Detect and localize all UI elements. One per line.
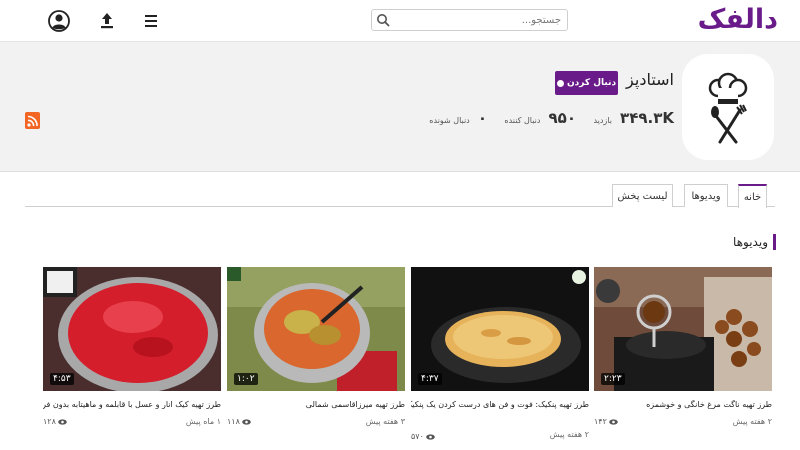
video-views: ۱۲۸ bbox=[43, 417, 67, 426]
tab-videos[interactable]: ویدیوها bbox=[684, 184, 728, 207]
video-thumbnail[interactable]: ۲:۲۳ bbox=[594, 267, 772, 391]
video-card[interactable]: ۱:۰۲ طرز تهیه میرزاقاسمی شمالی ۳ هفته پی… bbox=[227, 267, 405, 426]
follow-label: دنبال کردن bbox=[566, 78, 617, 88]
video-views: ۱۴۲ bbox=[594, 417, 618, 426]
stat-followers-value: ۹۵۰ bbox=[548, 109, 576, 127]
video-duration: ۲:۲۳ bbox=[601, 373, 625, 385]
menu-icon[interactable] bbox=[138, 8, 164, 34]
video-title[interactable]: طرز تهیه کیک انار و عسل با قابلمه و ماهی… bbox=[43, 400, 221, 409]
section-title: ویدیوها bbox=[733, 234, 776, 250]
chef-logo-icon bbox=[708, 72, 748, 144]
user-account-icon[interactable] bbox=[46, 8, 72, 34]
video-card[interactable]: ۴:۵۳ طرز تهیه کیک انار و عسل با قابلمه و… bbox=[43, 267, 221, 426]
stat-views: ۳۴۹.۳K بازدید bbox=[593, 108, 674, 127]
stat-followers-label: دنبال کننده bbox=[504, 116, 541, 125]
eye-icon bbox=[426, 433, 435, 440]
video-date: ۲ هفته پیش bbox=[732, 417, 772, 426]
video-duration: ۱:۰۲ bbox=[234, 373, 258, 385]
video-duration: ۴:۳۷ bbox=[418, 373, 442, 385]
top-bar: دالفک bbox=[0, 0, 800, 42]
video-thumbnail[interactable]: ۴:۵۳ bbox=[43, 267, 221, 391]
video-thumbnail[interactable]: ۴:۳۷ bbox=[411, 267, 589, 391]
plus-icon bbox=[556, 79, 564, 87]
video-title[interactable]: طرز تهیه پنکیک: فوت و فن های درست کردن ی… bbox=[411, 400, 589, 409]
rss-icon[interactable] bbox=[25, 112, 40, 129]
stat-views-value: ۳۴۹.۳K bbox=[620, 109, 674, 127]
stat-following-label: دنبال شونده bbox=[429, 116, 470, 125]
upload-icon[interactable] bbox=[94, 8, 120, 34]
channel-avatar[interactable] bbox=[682, 54, 774, 160]
video-views-count: ۵۷۰ bbox=[411, 432, 424, 441]
video-views: ۱۱۸ bbox=[227, 417, 251, 426]
video-views: ۵۷۰ bbox=[411, 432, 435, 441]
channel-name: استادپز bbox=[626, 70, 674, 89]
video-duration: ۴:۵۳ bbox=[50, 373, 74, 385]
video-date: ۱ ماه پیش bbox=[185, 417, 221, 426]
eye-icon bbox=[242, 418, 251, 425]
video-title[interactable]: طرز تهیه ناگت مرغ خانگی و خوشمزه bbox=[594, 400, 772, 409]
stat-views-label: بازدید bbox=[593, 116, 612, 125]
channel-banner: استادپز دنبال کردن ۳۴۹.۳K بازدید ۹۵۰ دنب… bbox=[0, 42, 800, 172]
eye-icon bbox=[609, 418, 618, 425]
search-icon[interactable] bbox=[376, 13, 390, 27]
stat-following: ۰ دنبال شونده bbox=[429, 108, 487, 127]
video-views-count: ۱۲۸ bbox=[43, 417, 56, 426]
tab-home[interactable]: خانه bbox=[738, 184, 767, 208]
eye-icon bbox=[58, 418, 67, 425]
tab-playlists[interactable]: لیست پخش bbox=[612, 184, 673, 207]
search-box[interactable] bbox=[371, 9, 568, 31]
video-views-count: ۱۱۸ bbox=[227, 417, 240, 426]
follow-button[interactable]: دنبال کردن bbox=[555, 71, 618, 95]
video-date: ۲ هفته پیش bbox=[549, 430, 589, 439]
video-views-count: ۱۴۲ bbox=[594, 417, 607, 426]
stat-following-value: ۰ bbox=[477, 109, 487, 127]
video-date: ۳ هفته پیش bbox=[365, 417, 405, 426]
video-thumbnail[interactable]: ۱:۰۲ bbox=[227, 267, 405, 391]
video-card[interactable]: ۴:۳۷ طرز تهیه پنکیک: فوت و فن های درست ک… bbox=[411, 267, 589, 441]
site-logo[interactable]: دالفک bbox=[698, 4, 779, 35]
search-input[interactable] bbox=[392, 10, 567, 30]
stat-followers: ۹۵۰ دنبال کننده bbox=[504, 108, 576, 127]
video-title[interactable]: طرز تهیه میرزاقاسمی شمالی bbox=[227, 400, 405, 409]
video-card[interactable]: ۲:۲۳ طرز تهیه ناگت مرغ خانگی و خوشمزه ۲ … bbox=[594, 267, 772, 426]
